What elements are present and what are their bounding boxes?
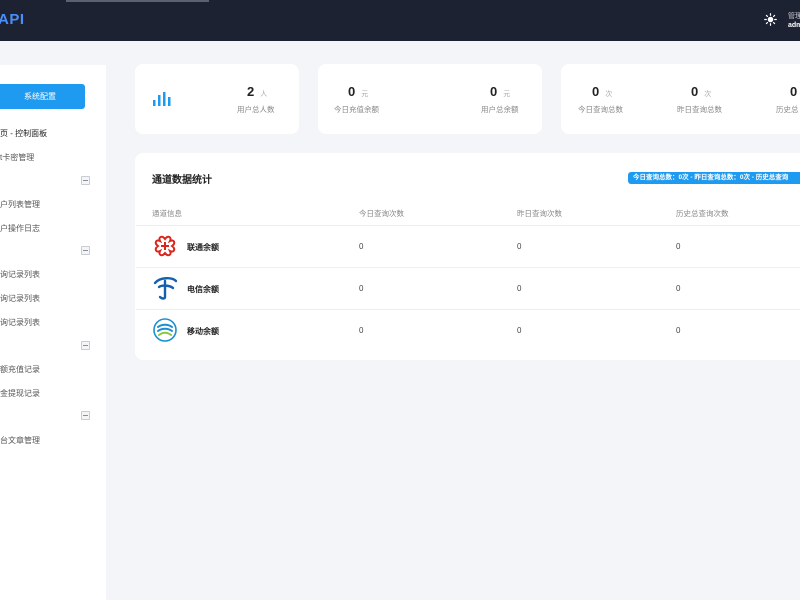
china-telecom-icon <box>153 277 178 300</box>
today-count: 0 <box>359 242 364 251</box>
stat-unit: 人 <box>260 91 268 98</box>
sidebar-item-dashboard[interactable]: 页 - 控制面板 <box>0 128 47 139</box>
stat-caption: 昨日查询总数 <box>677 105 722 114</box>
yesterday-count: 0 <box>517 242 522 251</box>
total-count: 0 <box>676 284 681 293</box>
yesterday-count: 0 <box>517 326 522 335</box>
sidebar-item-recharge-records[interactable]: 额充值记录 <box>0 364 40 375</box>
stat-value: 0 <box>790 84 798 99</box>
divider <box>136 267 800 268</box>
sidebar-item-query-records-1[interactable]: 询记录列表 <box>0 269 40 280</box>
sidebar-group-collapse-icon[interactable] <box>81 341 90 350</box>
china-unicom-icon <box>154 235 176 257</box>
theme-toggle-sun-icon[interactable] <box>764 13 777 26</box>
today-count: 0 <box>359 284 364 293</box>
channel-name: 移动余额 <box>187 327 219 336</box>
sidebar-item-query-records-2[interactable]: 询记录列表 <box>0 293 40 304</box>
stat-value: 0元 <box>348 84 369 99</box>
stat-caption: 用户总余额 <box>481 105 519 114</box>
stat-value: 0次 <box>691 84 712 99</box>
user-role: 管理 <box>788 13 800 20</box>
yesterday-count: 0 <box>517 284 522 293</box>
stat-value: 0元 <box>490 84 511 99</box>
channel-stats-panel <box>135 153 800 360</box>
sidebar-item-articles[interactable]: 台文章管理 <box>0 435 40 446</box>
stat-unit: 次 <box>605 91 613 98</box>
stat-card-queries <box>561 64 800 134</box>
total-count: 0 <box>676 242 681 251</box>
bar-chart-icon <box>153 92 171 106</box>
sidebar-item-query-records-3[interactable]: 询记录列表 <box>0 317 40 328</box>
stat-card-balance <box>318 64 542 134</box>
china-mobile-icon <box>153 318 177 342</box>
divider <box>136 225 800 226</box>
user-menu[interactable]: 管理 adm <box>788 12 800 30</box>
sidebar-item-user-logs[interactable]: 户操作日志 <box>0 223 40 234</box>
stat-unit: 次 <box>704 91 712 98</box>
sidebar-item-card-keys[interactable]: t卡密管理 <box>0 152 34 163</box>
column-header: 通道信息 <box>152 209 182 218</box>
channel-name: 联通余额 <box>187 243 219 252</box>
panel-title: 通道数据统计 <box>152 175 212 186</box>
top-bar: API 管理 adm <box>0 0 800 41</box>
stat-unit: 元 <box>361 91 369 98</box>
system-config-button[interactable]: 系统配置 <box>0 84 85 109</box>
app-logo[interactable]: API <box>0 11 25 28</box>
stat-caption: 今日查询总数 <box>578 105 623 114</box>
column-header: 历史总查询次数 <box>676 209 729 218</box>
stat-caption: 历史总 <box>776 105 799 114</box>
stat-caption: 今日充值余额 <box>334 105 379 114</box>
user-name: adm <box>788 22 800 29</box>
sidebar-item-withdraw-records[interactable]: 金提现记录 <box>0 388 40 399</box>
sidebar-group-collapse-icon[interactable] <box>81 411 90 420</box>
stat-caption: 用户总人数 <box>237 105 275 114</box>
sidebar-group-collapse-icon[interactable] <box>81 176 90 185</box>
column-header: 今日查询次数 <box>359 209 404 218</box>
today-count: 0 <box>359 326 364 335</box>
total-count: 0 <box>676 326 681 335</box>
browser-tab-strip <box>66 0 209 2</box>
sidebar: 系统配置 <box>0 65 106 600</box>
stat-unit: 元 <box>503 91 511 98</box>
channel-name: 电信余额 <box>187 285 219 294</box>
stat-value: 0次 <box>592 84 613 99</box>
stat-value: 2人 <box>247 84 268 99</box>
query-summary-badge: 今日查询总数：0次 - 昨日查询总数：0次 - 历史总查询 <box>628 172 800 184</box>
sidebar-item-user-list[interactable]: 户列表管理 <box>0 199 40 210</box>
column-header: 昨日查询次数 <box>517 209 562 218</box>
divider <box>136 309 800 310</box>
sidebar-group-collapse-icon[interactable] <box>81 246 90 255</box>
